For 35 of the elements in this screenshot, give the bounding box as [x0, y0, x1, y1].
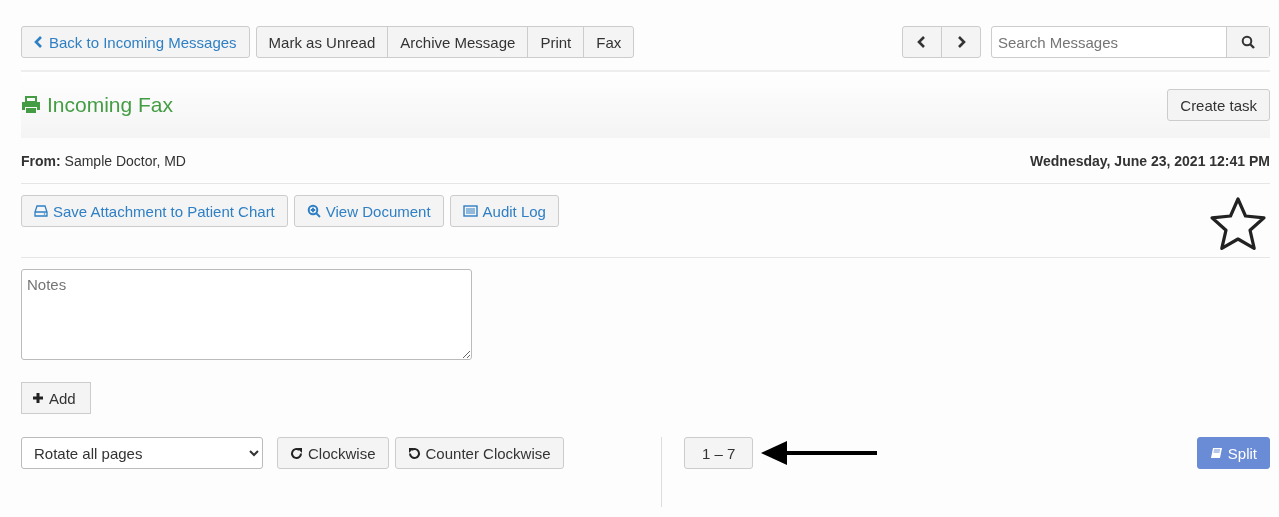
counter-clockwise-button[interactable]: Counter Clockwise — [394, 437, 564, 469]
action-button[interactable]: Audit Log — [449, 195, 559, 227]
next-button[interactable] — [941, 26, 981, 58]
back-button[interactable]: Back to Incoming Messages — [21, 26, 250, 58]
notes-field[interactable]: Notes — [21, 269, 472, 360]
add-button[interactable]: Add — [21, 382, 91, 414]
toolbar-button[interactable]: Mark as Unread — [255, 26, 389, 58]
page-range-button[interactable]: 1 – 7 — [684, 437, 754, 469]
printer-icon — [21, 96, 41, 114]
chevron-left-icon — [34, 35, 44, 49]
search-icon — [1241, 35, 1255, 49]
list-icon — [462, 205, 478, 217]
action-button[interactable]: View Document — [293, 195, 444, 227]
plus-icon — [32, 392, 44, 404]
date-text: Wednesday, June 23, 2021 12:41 PM — [1030, 153, 1270, 169]
create-task-button[interactable]: Create task — [1167, 89, 1270, 121]
search-button[interactable] — [1227, 27, 1269, 57]
chevron-right-icon — [956, 35, 966, 49]
toolbar-button[interactable]: Archive Message — [387, 26, 529, 58]
clockwise-button[interactable]: Clockwise — [277, 437, 389, 469]
page-title: Incoming Fax — [21, 93, 174, 117]
chevron-left-icon — [917, 35, 927, 49]
rotate-icon — [290, 446, 303, 460]
from-text: From: Sample Doctor, MD — [21, 153, 186, 169]
drive-icon — [34, 205, 48, 217]
rotate-icon — [407, 446, 421, 460]
toolbar-button[interactable]: Fax — [583, 26, 635, 58]
action-button[interactable]: Save Attachment to Patient Chart — [21, 195, 288, 227]
toolbar-button[interactable]: Print — [527, 26, 585, 58]
previous-button[interactable] — [902, 26, 942, 58]
book-icon — [1209, 446, 1223, 460]
star-icon[interactable] — [1209, 196, 1267, 252]
zoom-in-icon — [306, 204, 321, 218]
rotate-select[interactable]: Rotate all pages — [21, 437, 263, 469]
search-field[interactable]: Search Messages — [991, 26, 1270, 58]
